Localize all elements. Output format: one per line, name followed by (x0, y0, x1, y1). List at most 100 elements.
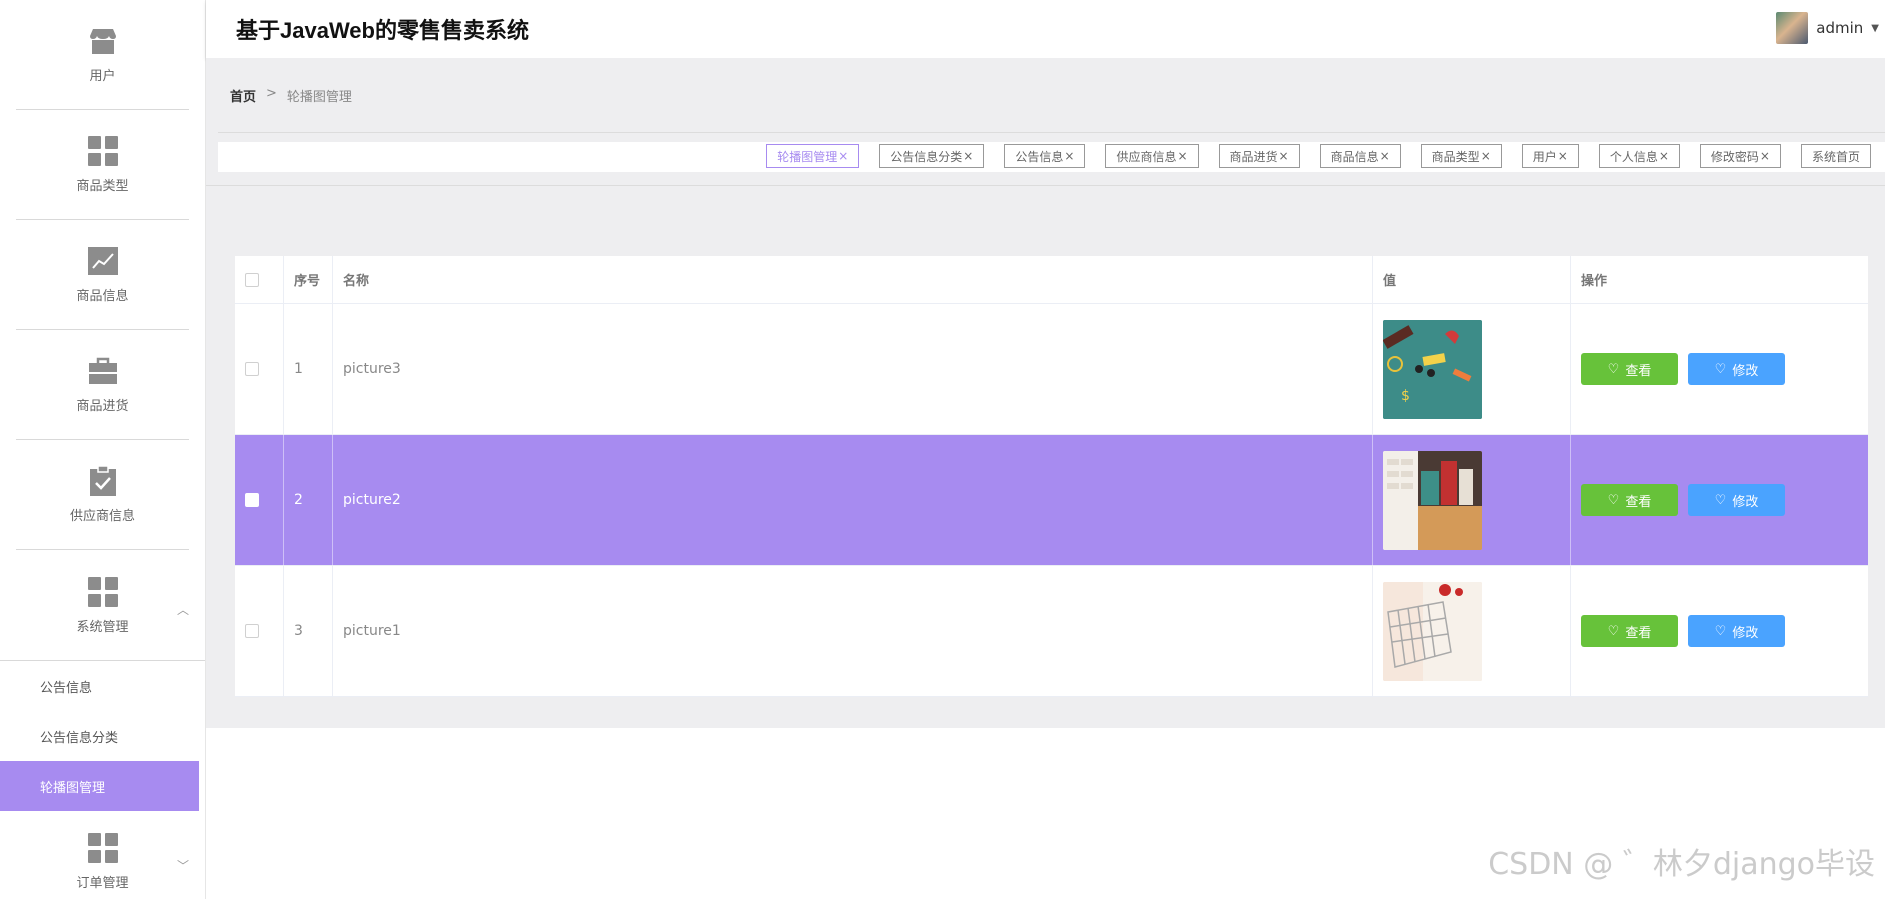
sidebar-item-product-stock[interactable]: 商品进货 (16, 330, 189, 440)
sidebar-item-product-types[interactable]: 商品类型 (16, 110, 189, 220)
row-checkbox[interactable] (245, 362, 259, 376)
row-name: picture1 (333, 566, 1373, 696)
sidebar-item-label: 系统管理 (76, 619, 129, 635)
tab-7[interactable]: 用户 × (1521, 144, 1579, 168)
sidebar-item-users[interactable]: 用户 (16, 0, 189, 110)
submenu-item-notice-category[interactable]: 公告信息分类 (0, 711, 205, 761)
tab-5[interactable]: 商品信息 × (1319, 144, 1401, 168)
row-actions: ♡ 查看 ♡ 修改 (1571, 566, 1868, 696)
divider (206, 185, 1885, 186)
table-row[interactable]: 2 picture2 ♡ 查看 ♡ 修改 (235, 435, 1868, 566)
username[interactable]: admin (1816, 19, 1863, 37)
close-icon[interactable]: × (1177, 149, 1187, 163)
row-value-cell (1373, 435, 1571, 565)
tab-label: 商品类型 (1431, 149, 1480, 164)
sidebar-item-label: 商品信息 (76, 289, 129, 304)
edit-button[interactable]: ♡ 修改 (1688, 353, 1785, 385)
heart-icon: ♡ (1714, 492, 1727, 507)
breadcrumb-home[interactable]: 首页 (230, 86, 256, 105)
heart-icon: ♡ (1714, 623, 1727, 638)
tab-label: 系统首页 (1811, 149, 1860, 164)
svg-text:$: $ (1401, 388, 1410, 404)
view-button-label: 查看 (1625, 362, 1652, 378)
edit-button-label: 修改 (1732, 624, 1759, 640)
tab-9[interactable]: 修改密码 × (1699, 144, 1781, 168)
close-icon[interactable]: × (1659, 149, 1669, 163)
close-icon[interactable]: × (1279, 149, 1289, 163)
sidebar-item-suppliers[interactable]: 供应商信息 (16, 440, 189, 550)
grid-icon (87, 135, 119, 167)
breadcrumb: 首页 > 轮播图管理 (230, 86, 352, 105)
app-title: 基于JavaWeb的零售售卖系统 (236, 18, 529, 43)
row-number: 2 (284, 435, 333, 565)
tab-label: 个人信息 (1609, 149, 1658, 164)
tab-0[interactable]: 轮播图管理 × (766, 144, 860, 168)
close-icon[interactable]: × (838, 149, 848, 163)
row-checkbox-cell (235, 566, 284, 696)
carousel-thumbnail[interactable]: $ (1383, 319, 1482, 419)
close-icon[interactable]: × (1064, 149, 1074, 163)
row-checkbox[interactable] (245, 624, 259, 638)
grid-icon (87, 576, 119, 608)
view-button[interactable]: ♡ 查看 (1581, 353, 1678, 385)
tab-label: 商品进货 (1229, 149, 1278, 164)
column-header-no: 序号 (284, 256, 333, 303)
edit-button-label: 修改 (1732, 493, 1759, 509)
heart-icon: ♡ (1714, 361, 1727, 376)
tab-4[interactable]: 商品进货 × (1218, 144, 1300, 168)
caret-down-icon[interactable]: ▼ (1871, 23, 1879, 34)
row-name: picture3 (333, 304, 1373, 434)
row-checkbox-cell (235, 435, 284, 565)
tab-6[interactable]: 商品类型 × (1420, 144, 1502, 168)
sidebar-item-product-info[interactable]: 商品信息 (16, 220, 189, 330)
edit-button[interactable]: ♡ 修改 (1688, 484, 1785, 516)
submenu-item-notice[interactable]: 公告信息 (0, 661, 205, 711)
table-header: 序号 名称 值 操作 (235, 256, 1868, 304)
row-name: picture2 (333, 435, 1373, 565)
select-all-checkbox[interactable] (245, 272, 259, 287)
tab-1[interactable]: 公告信息分类 × (879, 144, 985, 168)
carousel-table: 序号 名称 值 操作 1 picture3 $ ♡ 查看 ♡ 修改 2 pict… (235, 256, 1868, 697)
system-submenu: 公告信息 公告信息分类 轮播图管理 (0, 661, 205, 811)
carousel-thumbnail[interactable] (1383, 581, 1482, 681)
sidebar-item-system-management[interactable]: 系统管理 ︿ (16, 550, 189, 660)
footer-area: CSDN @ ゛林夕django毕设 (206, 728, 1885, 899)
tab-10[interactable]: 系统首页 (1800, 144, 1871, 168)
table-row[interactable]: 1 picture3 $ ♡ 查看 ♡ 修改 (235, 304, 1868, 435)
briefcase-icon (87, 355, 119, 387)
store-icon (87, 25, 119, 57)
view-button-label: 查看 (1625, 493, 1652, 509)
sidebar-item-label: 商品类型 (76, 179, 129, 194)
avatar[interactable] (1776, 12, 1809, 44)
user-menu[interactable]: admin ▼ (1776, 12, 1879, 44)
view-button[interactable]: ♡ 查看 (1581, 484, 1678, 516)
header-checkbox-cell (235, 256, 284, 303)
close-icon[interactable]: × (963, 149, 973, 163)
close-icon[interactable]: × (1558, 149, 1568, 163)
chevron-down-icon: ﹀ (176, 859, 189, 873)
close-icon[interactable]: × (1481, 149, 1491, 163)
close-icon[interactable]: × (1760, 149, 1770, 163)
top-header: 基于JavaWeb的零售售卖系统 admin ▼ (206, 0, 1885, 58)
sidebar-item-orders[interactable]: 订单管理 ﹀ (16, 811, 189, 899)
watermark: CSDN @ ゛林夕django毕设 (1488, 847, 1875, 882)
row-number: 1 (284, 304, 333, 434)
tab-8[interactable]: 个人信息 × (1598, 144, 1680, 168)
edit-button[interactable]: ♡ 修改 (1688, 615, 1785, 647)
tab-label: 供应商信息 (1116, 149, 1177, 164)
tab-label: 修改密码 (1710, 149, 1759, 164)
column-header-value: 值 (1373, 256, 1571, 303)
row-value-cell: $ (1373, 304, 1571, 434)
sidebar-item-label: 商品进货 (76, 399, 129, 414)
tab-2[interactable]: 公告信息 × (1004, 144, 1086, 168)
row-checkbox[interactable] (245, 493, 259, 507)
table-row[interactable]: 3 picture1 ♡ 查看 ♡ 修改 (235, 566, 1868, 697)
sidebar-item-label: 用户 (89, 69, 116, 84)
submenu-item-carousel[interactable]: 轮播图管理 (0, 761, 199, 811)
sidebar-item-label: 供应商信息 (69, 509, 135, 524)
tab-3[interactable]: 供应商信息 × (1105, 144, 1199, 168)
carousel-thumbnail[interactable] (1383, 450, 1482, 550)
view-button[interactable]: ♡ 查看 (1581, 615, 1678, 647)
close-icon[interactable]: × (1380, 149, 1390, 163)
edit-button-label: 修改 (1732, 362, 1759, 378)
